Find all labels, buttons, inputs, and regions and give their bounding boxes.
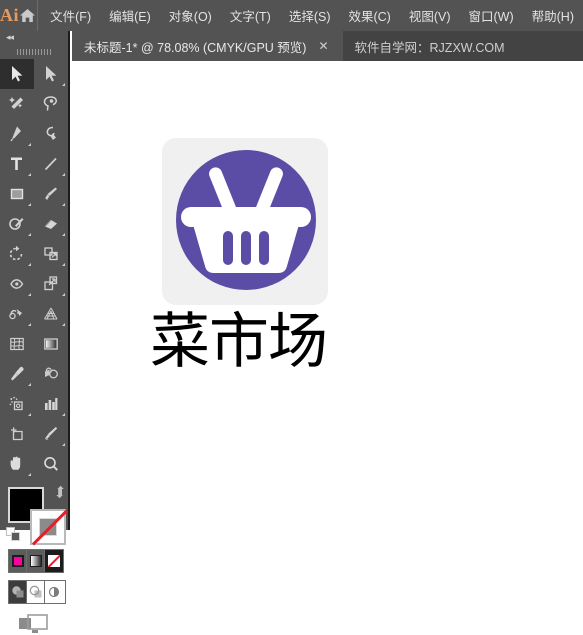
gradient-tool[interactable] (34, 329, 68, 359)
free-transform-tool[interactable] (34, 269, 68, 299)
tool-flyout-indicator (62, 203, 65, 206)
app-logo: Ai (0, 5, 19, 25)
pen-tool[interactable] (0, 119, 34, 149)
shape-builder-tool[interactable] (0, 299, 34, 329)
tool-flyout-indicator (28, 293, 31, 296)
artboard-tool[interactable] (0, 419, 34, 449)
paintbrush-tool[interactable] (34, 179, 68, 209)
menu-help[interactable]: 帮助(H) (523, 0, 583, 31)
document-tab-label: 未标题-1* @ 78.08% (CMYK/GPU 预览) (84, 40, 307, 55)
eraser-tool[interactable] (34, 209, 68, 239)
gradient-mode-button[interactable] (27, 550, 45, 572)
rotate-tool[interactable] (0, 239, 34, 269)
tool-grid (0, 59, 68, 479)
tool-flyout-indicator (62, 443, 65, 446)
tool-flyout-indicator (62, 173, 65, 176)
tool-flyout-indicator (28, 173, 31, 176)
menu-file[interactable]: 文件(F) (41, 0, 100, 31)
hand-tool[interactable] (0, 449, 34, 479)
tool-flyout-indicator (28, 473, 31, 476)
rectangle-tool[interactable] (0, 179, 34, 209)
tool-flyout-indicator (28, 413, 31, 416)
menu-edit[interactable]: 编辑(E) (100, 0, 160, 31)
document-tab-bar: 未标题-1* @ 78.08% (CMYK/GPU 预览) ✕ 软件自学网：RJZX… (72, 31, 583, 61)
tool-flyout-indicator (28, 383, 31, 386)
draw-normal-button[interactable] (9, 581, 27, 603)
stroke-none-slash-icon (30, 509, 68, 547)
menu-effect[interactable]: 效果(C) (339, 0, 399, 31)
menu-view[interactable]: 视图(V) (400, 0, 460, 31)
menu-object[interactable]: 对象(O) (160, 0, 221, 31)
close-icon[interactable]: ✕ (316, 40, 330, 52)
selection-tool[interactable] (0, 59, 34, 89)
tool-flyout-indicator (62, 293, 65, 296)
document-tab[interactable]: 软件自学网：RJZXW.COM (343, 31, 527, 61)
menu-bar: Ai 文件(F) 编辑(E) 对象(O) 文字(T) 选择(S) 效果(C) 视图(V) 窗口… (0, 0, 583, 31)
tool-flyout-indicator (28, 263, 31, 266)
tool-flyout-indicator (28, 143, 31, 146)
default-fill-stroke-icon[interactable] (6, 527, 21, 542)
draw-mode-row (8, 580, 66, 604)
paint-mode-row (8, 549, 64, 573)
collapse-panel-button[interactable]: ◂◂ (0, 31, 68, 44)
type-tool[interactable] (0, 149, 34, 179)
artwork-brand-text[interactable]: 菜市场 (150, 308, 350, 376)
illustrator-window: Ai 文件(F) 编辑(E) 对象(O) 文字(T) 选择(S) 效果(C) 视图(V) 窗口… (0, 0, 583, 633)
tool-flyout-indicator (62, 323, 65, 326)
lasso-tool[interactable] (34, 89, 68, 119)
scale-tool[interactable] (34, 239, 68, 269)
tool-flyout-indicator (28, 323, 31, 326)
none-mode-button[interactable] (45, 550, 63, 572)
eyedropper-tool[interactable] (0, 359, 34, 389)
tool-flyout-indicator (62, 233, 65, 236)
direct-selection-tool[interactable] (34, 59, 68, 89)
tool-flyout-indicator (28, 233, 31, 236)
magic-wand-tool[interactable] (0, 89, 34, 119)
menu-item-list: 文件(F) 编辑(E) 对象(O) 文字(T) 选择(S) 效果(C) 视图(V) 窗口(W)… (41, 0, 583, 31)
document-tab-label: 软件自学网：RJZXW.COM (354, 40, 505, 55)
menu-type[interactable]: 文字(T) (221, 0, 280, 31)
zoom-tool[interactable] (34, 449, 68, 479)
home-icon[interactable] (19, 0, 37, 31)
column-graph-tool[interactable] (34, 389, 68, 419)
panel-drag-handle[interactable] (0, 44, 68, 59)
draw-inside-button[interactable] (45, 581, 63, 603)
tools-panel: ◂◂ (0, 31, 70, 633)
document-canvas[interactable]: 菜市场 (72, 61, 583, 530)
blend-tool[interactable] (34, 359, 68, 389)
perspective-grid-tool[interactable] (34, 299, 68, 329)
symbol-sprayer-tool[interactable] (0, 389, 34, 419)
line-segment-tool[interactable] (34, 149, 68, 179)
menu-window[interactable]: 窗口(W) (460, 0, 523, 31)
mesh-tool[interactable] (0, 329, 34, 359)
artwork-basket-logo[interactable] (162, 138, 328, 305)
tool-flyout-indicator (28, 203, 31, 206)
curvature-tool[interactable] (34, 119, 68, 149)
stroke-swatch[interactable] (30, 509, 68, 547)
tool-flyout-indicator (62, 83, 65, 86)
shaper-tool[interactable] (0, 209, 34, 239)
menu-divider (36, 0, 38, 31)
tool-flyout-indicator (62, 263, 65, 266)
draw-behind-button[interactable] (27, 581, 45, 603)
tool-flyout-indicator (62, 413, 65, 416)
swap-fill-stroke-icon[interactable] (52, 485, 66, 499)
menu-select[interactable]: 选择(S) (280, 0, 340, 31)
slice-tool[interactable] (34, 419, 68, 449)
width-tool[interactable] (0, 269, 34, 299)
fill-stroke-swatches (0, 483, 70, 547)
document-tab[interactable]: 未标题-1* @ 78.08% (CMYK/GPU 预览) ✕ (72, 31, 343, 61)
screen-mode-button[interactable] (0, 613, 68, 635)
color-mode-button[interactable] (9, 550, 27, 572)
